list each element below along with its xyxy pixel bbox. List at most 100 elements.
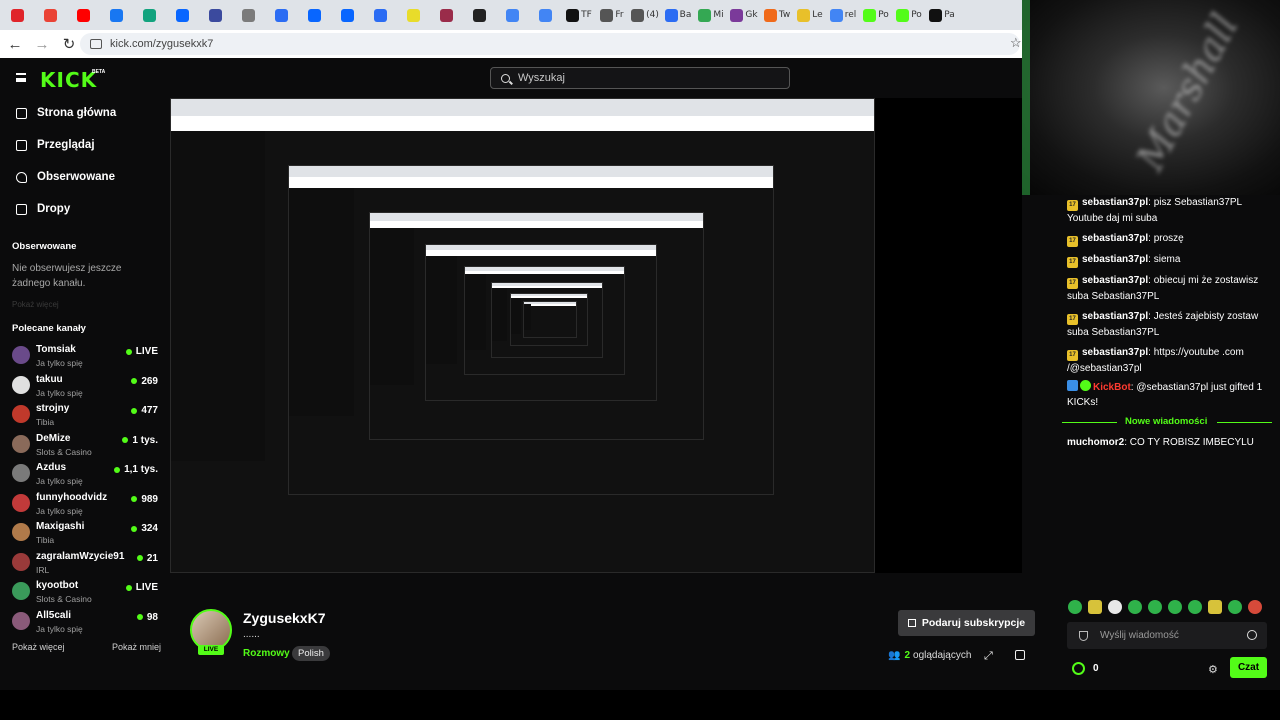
sidebar-item-home[interactable]: Strona główna [16,107,116,119]
gear-icon[interactable]: ⚙ [1208,663,1218,676]
browser-tab[interactable] [103,4,131,26]
emote-icon[interactable] [1208,600,1222,614]
sidebar-item-drops[interactable]: Dropy [16,203,70,215]
recommended-channel[interactable]: DeMize Slots & Casino 1 tys. [12,433,162,461]
show-more-link[interactable]: Pokaż więcej [12,642,65,652]
browser-tab[interactable] [169,4,197,26]
nav-label: Obserwowane [37,171,115,183]
recommended-channel[interactable]: funnyhoodvidz Ja tylko spię 989 [12,492,162,520]
url-bar[interactable]: kick.com/zygusekxk7 [80,33,1020,55]
chat-username[interactable]: sebastian37pl [1082,197,1148,208]
recommended-channel[interactable]: Tomsiak Ja tylko spię LIVE [12,344,162,372]
site-info-icon[interactable] [90,39,102,49]
emote-icon[interactable] [1068,600,1082,614]
chat-send-button[interactable]: Czat [1230,657,1267,678]
new-messages-divider[interactable]: Nowe wiadomości [1062,416,1272,428]
browser-tab[interactable] [400,4,428,26]
recommended-channel[interactable]: zagralamWzycie91 IRL 21 [12,551,162,579]
chat-username[interactable]: sebastian37pl [1082,254,1148,265]
menu-icon[interactable] [16,73,26,82]
emote-icon[interactable] [1088,600,1102,614]
browser-tab[interactable] [466,4,494,26]
channel-category: Ja tylko spię [36,387,83,398]
more-options-icon[interactable] [1015,650,1025,660]
nested-sidebar [171,130,265,462]
kick-logo[interactable]: KICK [40,68,97,92]
browser-tab[interactable] [235,4,263,26]
browser-tab[interactable] [136,4,164,26]
show-less-link[interactable]: Pokaż mniej [112,642,161,652]
language-tag[interactable]: Polish [292,646,330,661]
channel-points[interactable]: 0 [1072,662,1099,675]
tab-favicon-icon [439,8,453,22]
chat-username[interactable]: muchomor2 [1067,437,1124,448]
browser-tab[interactable]: Le [796,4,824,26]
chat-username[interactable]: sebastian37pl [1082,311,1148,322]
browser-tab[interactable]: (4) [631,4,659,26]
browser-tab[interactable]: Fr [598,4,626,26]
emote-icon[interactable] [1228,600,1242,614]
tab-label: Po [878,10,889,20]
video-player[interactable] [170,98,1022,573]
browser-tab[interactable]: rel [829,4,857,26]
tab-label: Le [812,10,823,20]
nested-tab-strip [370,213,703,221]
browser-tab[interactable]: Gk [730,4,758,26]
emote-icon[interactable] [1128,600,1142,614]
browser-tab[interactable] [4,4,32,26]
browser-tab[interactable] [268,4,296,26]
reload-icon[interactable]: ↻ [57,32,81,56]
recommended-channel[interactable]: All5cali Ja tylko spię 98 [12,610,162,638]
chat-username[interactable]: sebastian37pl [1082,275,1148,286]
browser-tab[interactable] [433,4,461,26]
chat-input[interactable]: Wyślij wiadomość [1067,622,1267,649]
search-input[interactable]: Wyszukaj [490,67,790,89]
bookmark-star-icon[interactable]: ☆ [1010,35,1022,51]
emote-icon[interactable] [1108,600,1122,614]
browser-tab[interactable]: Po [895,4,923,26]
recommended-channel[interactable]: strojny Tibia 477 [12,403,162,431]
chat-username[interactable]: sebastian37pl [1082,347,1148,358]
chat-text: CO TY ROBISZ IMBECYLU [1129,437,1254,448]
recommended-channel[interactable]: Azdus Ja tylko spię 1,1 tys. [12,462,162,490]
emote-icon[interactable] [1148,600,1162,614]
share-icon[interactable]: ⤢ [984,650,993,663]
chat-username[interactable]: KickBot [1093,382,1131,393]
recommended-channel[interactable]: Maxigashi Tibia 324 [12,521,162,549]
nested-sidebar [289,188,354,416]
forward-icon[interactable]: → [30,32,54,56]
recommended-channel[interactable]: takuu Ja tylko spię 269 [12,374,162,402]
browser-tab[interactable]: Mi [697,4,725,26]
gift-sub-label: Podaruj subskrypcje [921,617,1026,629]
sidebar-item-browse[interactable]: Przeglądaj [16,139,95,151]
channel-name: zagralamWzycie91 [36,550,125,562]
browser-tab[interactable]: TF [565,4,593,26]
chat-username[interactable]: sebastian37pl [1082,233,1148,244]
browser-tab[interactable] [70,4,98,26]
channel-avatar [12,611,30,630]
chat-message: KickBot: @sebastian37pl just gifted 1 KI… [1067,380,1263,408]
browser-tab[interactable] [37,4,65,26]
subscriber-badge-icon: 17 [1067,314,1078,325]
back-icon[interactable]: ← [3,32,27,56]
recommended-channel[interactable]: kyootbot Slots & Casino LIVE [12,580,162,608]
browser-tab[interactable] [532,4,560,26]
emote-icon[interactable] [1188,600,1202,614]
browser-tab[interactable] [334,4,362,26]
browser-tab[interactable]: Ba [664,4,692,26]
gift-sub-button[interactable]: Podaruj subskrypcje [898,610,1035,636]
emote-icon[interactable] [1168,600,1182,614]
category-link[interactable]: Rozmowy [243,648,290,659]
channel-name[interactable]: ZygusekxK7 [243,610,325,626]
browser-tab[interactable] [499,4,527,26]
browser-tab[interactable] [202,4,230,26]
emoji-icon[interactable] [1247,630,1257,640]
emote-icon[interactable] [1248,600,1262,614]
browser-tab[interactable]: Po [862,4,890,26]
browser-tab[interactable] [301,4,329,26]
sidebar-item-following[interactable]: Obserwowane [16,171,115,183]
browser-tab[interactable]: Pa [928,4,956,26]
browser-tab[interactable]: Tw [763,4,791,26]
browser-tab[interactable] [367,4,395,26]
emote-bar [1068,600,1262,614]
